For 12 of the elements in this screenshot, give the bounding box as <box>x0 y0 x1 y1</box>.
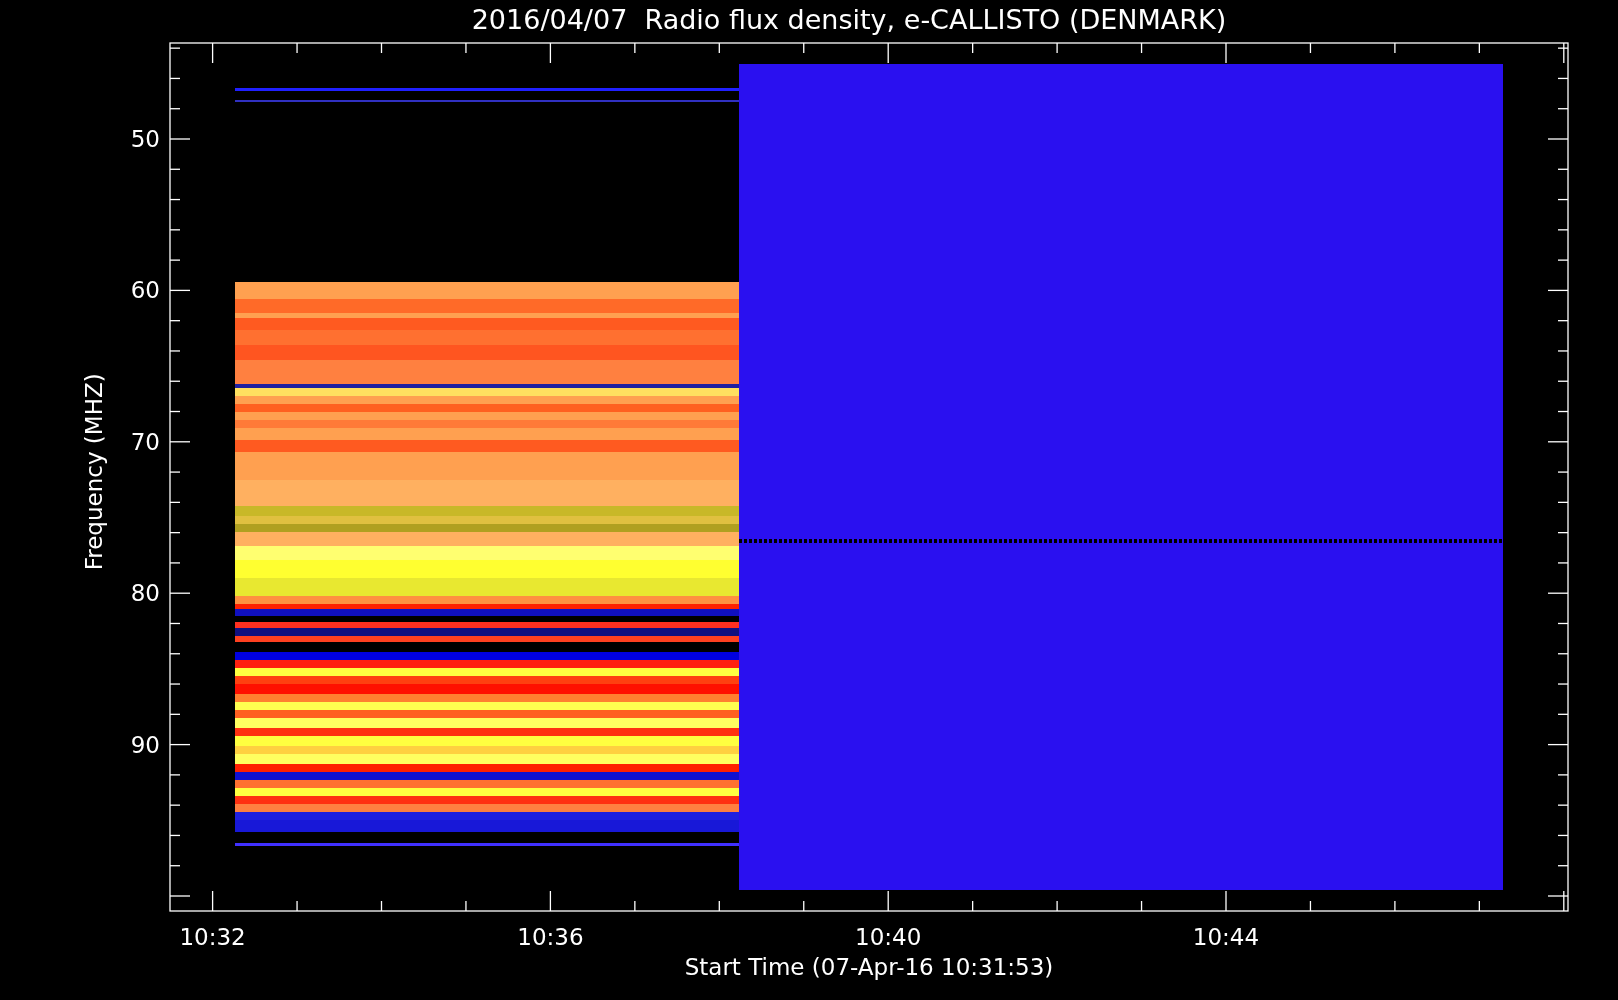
x-tick-label: 10:32 <box>179 924 246 950</box>
y-tick-label: 80 <box>130 580 160 607</box>
x-tick-label: 10:36 <box>517 924 584 950</box>
y-tick-label: 70 <box>130 428 160 455</box>
chart-title: 2016/04/07 Radio flux density, e-CALLISTO (DENMARK) <box>471 3 1227 37</box>
x-tick-label: 10:44 <box>1192 924 1260 950</box>
y-axis-label: Frequency (MHZ) <box>81 373 107 571</box>
y-tick-label: 50 <box>130 126 160 152</box>
x-tick-label: 10:40 <box>855 924 922 950</box>
x-axis-label: Start Time (07-Apr-16 10:31:53) <box>684 954 1054 980</box>
y-tick-label: 60 <box>130 277 160 304</box>
y-tick-label: 90 <box>130 731 160 758</box>
